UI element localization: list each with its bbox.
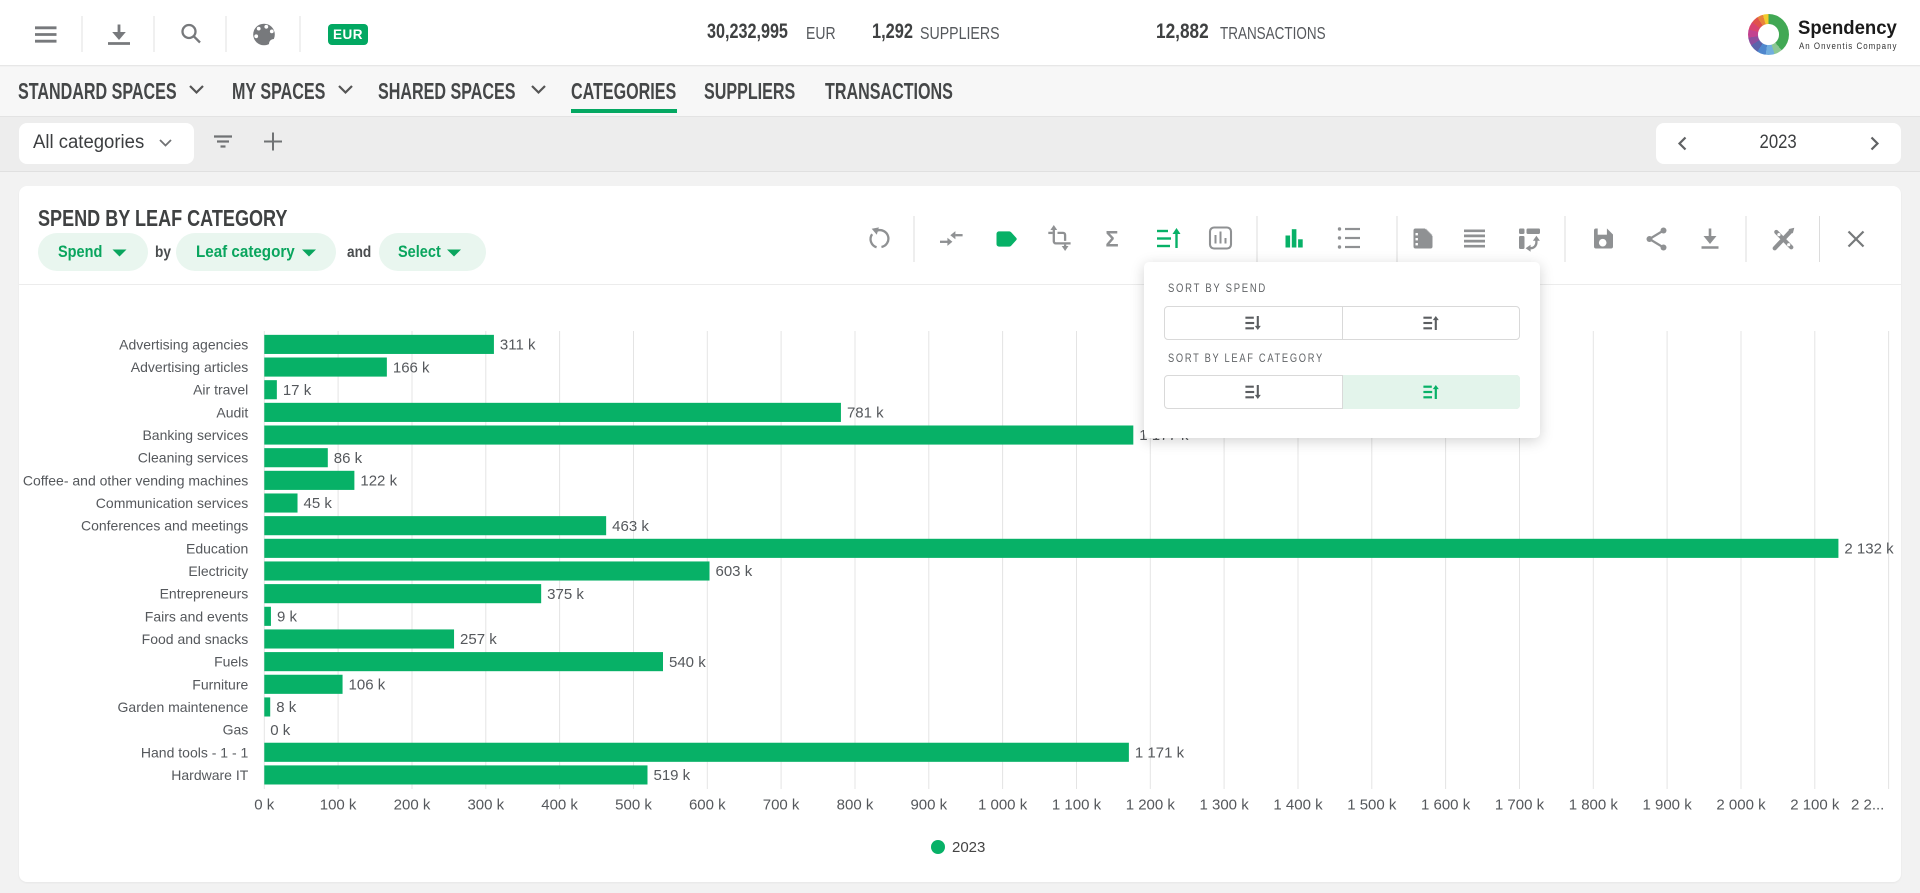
- svg-text:106 k: 106 k: [349, 677, 386, 694]
- svg-text:1 171 k: 1 171 k: [1135, 744, 1185, 761]
- svg-text:600 k: 600 k: [689, 797, 726, 814]
- svg-text:Furniture: Furniture: [192, 676, 248, 692]
- svg-text:540 k: 540 k: [669, 654, 706, 671]
- svg-text:1 800 k: 1 800 k: [1569, 797, 1619, 814]
- svg-text:300 k: 300 k: [467, 797, 504, 814]
- svg-text:800 k: 800 k: [837, 797, 874, 814]
- svg-text:257 k: 257 k: [460, 631, 497, 648]
- svg-text:2023: 2023: [952, 839, 985, 856]
- svg-text:1 400 k: 1 400 k: [1273, 797, 1323, 814]
- svg-text:Advertising agencies: Advertising agencies: [119, 336, 248, 352]
- svg-text:Education: Education: [186, 540, 248, 556]
- svg-text:45 k: 45 k: [304, 495, 333, 512]
- svg-text:Conferences and meetings: Conferences and meetings: [81, 518, 248, 534]
- svg-text:1 300 k: 1 300 k: [1199, 797, 1249, 814]
- svg-text:1 500 k: 1 500 k: [1347, 797, 1397, 814]
- svg-text:Gas: Gas: [223, 722, 249, 738]
- svg-text:17 k: 17 k: [283, 382, 312, 399]
- svg-text:Electricity: Electricity: [188, 563, 248, 579]
- svg-text:500 k: 500 k: [615, 797, 652, 814]
- svg-text:Fairs and events: Fairs and events: [145, 608, 249, 624]
- svg-text:1 000 k: 1 000 k: [978, 797, 1028, 814]
- svg-text:Hand tools - 1 - 1: Hand tools - 1 - 1: [141, 744, 249, 760]
- svg-text:519 k: 519 k: [653, 767, 690, 784]
- svg-text:Coffee- and other vending mach: Coffee- and other vending machines: [23, 472, 248, 488]
- svg-text:375 k: 375 k: [547, 586, 584, 603]
- svg-text:9 k: 9 k: [277, 609, 298, 626]
- svg-text:Garden maintenence: Garden maintenence: [118, 699, 249, 715]
- svg-text:100 k: 100 k: [320, 797, 357, 814]
- svg-text:Audit: Audit: [216, 404, 248, 420]
- svg-text:Food and snacks: Food and snacks: [142, 631, 249, 647]
- svg-text:Banking services: Banking services: [142, 427, 248, 443]
- svg-text:781 k: 781 k: [847, 405, 884, 422]
- svg-text:463 k: 463 k: [612, 518, 649, 535]
- svg-text:122 k: 122 k: [360, 473, 397, 490]
- svg-text:2 132 k: 2 132 k: [1844, 541, 1894, 558]
- svg-text:166 k: 166 k: [393, 359, 430, 376]
- svg-text:2 2...: 2 2...: [1851, 797, 1884, 814]
- svg-text:0 k: 0 k: [270, 722, 291, 739]
- svg-text:900 k: 900 k: [910, 797, 947, 814]
- svg-text:Advertising articles: Advertising articles: [131, 359, 249, 375]
- svg-text:700 k: 700 k: [763, 797, 800, 814]
- svg-text:8 k: 8 k: [276, 699, 297, 716]
- svg-text:400 k: 400 k: [541, 797, 578, 814]
- svg-text:2 000 k: 2 000 k: [1716, 797, 1766, 814]
- svg-text:200 k: 200 k: [394, 797, 431, 814]
- svg-text:603 k: 603 k: [716, 563, 753, 580]
- svg-text:Hardware IT: Hardware IT: [171, 767, 248, 783]
- svg-text:Σ: Σ: [1105, 227, 1118, 252]
- svg-text:Communication services: Communication services: [96, 495, 249, 511]
- svg-text:2 100 k: 2 100 k: [1790, 797, 1840, 814]
- svg-text:Air travel: Air travel: [193, 382, 248, 398]
- svg-text:0 k: 0 k: [254, 797, 275, 814]
- svg-text:311 k: 311 k: [500, 337, 536, 354]
- svg-text:Cleaning services: Cleaning services: [138, 450, 249, 466]
- svg-text:1 700 k: 1 700 k: [1495, 797, 1545, 814]
- svg-text:Entrepreneurs: Entrepreneurs: [160, 586, 249, 602]
- svg-text:1 900 k: 1 900 k: [1642, 797, 1692, 814]
- svg-text:1 100 k: 1 100 k: [1052, 797, 1102, 814]
- svg-text:86 k: 86 k: [334, 450, 363, 467]
- svg-text:1 200 k: 1 200 k: [1126, 797, 1176, 814]
- svg-text:1 600 k: 1 600 k: [1421, 797, 1471, 814]
- svg-text:Fuels: Fuels: [214, 654, 248, 670]
